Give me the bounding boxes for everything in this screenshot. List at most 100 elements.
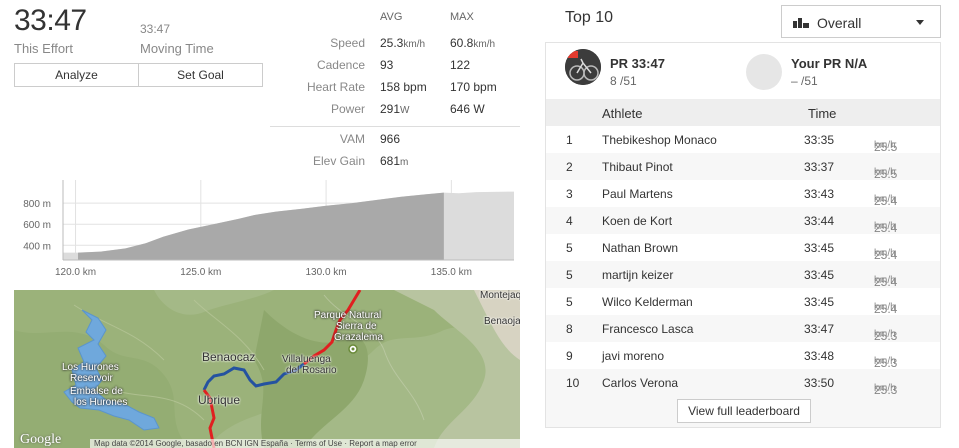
row-time: 33:48	[804, 349, 835, 363]
row-time: 33:37	[804, 160, 835, 174]
stat-avg: 681m	[380, 154, 409, 168]
stats-divider	[270, 126, 520, 127]
athlete-link[interactable]: Koen de Kort	[602, 214, 672, 228]
moving-time-label: Moving Time	[140, 41, 214, 56]
pr-rank: 8 /51	[610, 74, 637, 88]
moving-time: 33:47	[140, 22, 171, 36]
row-time: 33:45	[804, 268, 835, 282]
stat-label: Cadence	[316, 58, 365, 72]
chevron-down-icon	[916, 20, 924, 25]
pr-time: PR 33:47	[610, 56, 665, 71]
row-rank: 5	[566, 295, 573, 309]
elevation-profile-chart[interactable]: 800 m 600 m 400 m 120.0 km 125.0 km 130.0 km 1…	[14, 176, 520, 284]
row-time: 33:35	[804, 133, 835, 147]
stats-header: AVG MAX	[270, 8, 520, 32]
row-rank: 9	[566, 349, 573, 363]
row-time: 33:45	[804, 295, 835, 309]
time-column-header: Time	[808, 106, 837, 121]
athlete-link[interactable]: Carlos Verona	[602, 376, 678, 390]
your-pr-rank: – /51	[791, 74, 818, 88]
x-tick-label: 120.0 km	[55, 267, 96, 278]
table-row: 4 Koen de Kort 33:44 25.4 km/h	[546, 207, 940, 235]
map-label-benaojan: Benaoja	[484, 316, 520, 327]
map-label-benaocaz: Benaocaz	[202, 350, 256, 364]
table-row: 2 Thibaut Pinot 33:37 25.5 km/h	[546, 153, 940, 181]
athlete-link[interactable]: Francesco Lasca	[602, 322, 693, 336]
filter-selected-value: Overall	[817, 15, 862, 31]
table-row: 9 javi moreno 33:48 25.3 km/h	[566, 349, 898, 370]
row-rank: 8	[566, 322, 573, 336]
row-time: 33:47	[804, 322, 835, 336]
max-header: MAX	[450, 11, 474, 23]
bar-chart-icon	[793, 18, 809, 28]
y-tick-label: 600 m	[23, 220, 51, 231]
map-label-montejaque: Montejaq	[480, 290, 520, 301]
top10-title: Top 10	[565, 9, 614, 26]
analyze-button[interactable]: Analyze	[15, 64, 138, 86]
stat-label: Elev Gain	[312, 154, 365, 168]
map-attribution[interactable]: Map data ©2014 Google, basado en BCN IGN…	[90, 439, 520, 448]
row-time: 33:50	[804, 376, 835, 390]
segment-map[interactable]: Montejaq Benaoja Parque Natural Sierra d…	[14, 290, 520, 448]
table-row: 10 Carlos Verona 33:50 25.3 km/h	[546, 369, 940, 397]
athlete-link[interactable]: javi moreno	[602, 349, 664, 363]
y-tick-label: 800 m	[23, 199, 51, 210]
x-tick-label: 125.0 km	[180, 267, 221, 278]
view-full-leaderboard-button[interactable]: View full leaderboard	[677, 399, 811, 423]
table-row: 8 Francesco Lasca 33:47 25.3 km/h	[546, 315, 940, 343]
stat-row-heart-rate: Heart Rate 158 bpm 170 bpm	[270, 76, 520, 98]
stat-label: Heart Rate	[306, 80, 365, 94]
stat-avg: 25.3km/h	[380, 36, 426, 50]
stat-row-cadence: Cadence 93 122	[270, 54, 520, 76]
avatar[interactable]	[565, 49, 601, 85]
stat-label: Power	[330, 102, 365, 116]
leaderboard-rows: 1 Thebikeshop Monaco 33:35 25.5 km/h 2 Thibau…	[546, 126, 940, 397]
avg-header: AVG	[380, 11, 403, 23]
map-label-grazalema-3: Grazalema	[334, 332, 383, 343]
athlete-link[interactable]: Thebikeshop Monaco	[602, 133, 717, 147]
stat-label: Speed	[330, 36, 365, 50]
map-label-villaluenga-2: del Rosario	[286, 365, 337, 376]
stat-row-elev-gain: Elev Gain 681m	[270, 150, 520, 172]
leaderboard-header: Athlete Time	[546, 99, 940, 126]
set-goal-button[interactable]: Set Goal	[138, 64, 262, 86]
map-label-reservoir-4: los Hurones	[74, 397, 128, 408]
table-row: 5 martijn keizer 33:45 25.4 km/h	[546, 261, 940, 289]
map-label-reservoir-3: Embalse de	[70, 386, 123, 397]
stat-avg: 966	[380, 132, 401, 146]
stat-max: 170 bpm	[450, 80, 497, 94]
athlete-column-header: Athlete	[602, 106, 643, 121]
map-label-reservoir-2: Reservoir	[70, 373, 113, 384]
row-time: 33:45	[804, 241, 835, 255]
row-rank: 5	[566, 241, 573, 255]
row-rank: 2	[566, 160, 573, 174]
row-time: 33:44	[804, 214, 835, 228]
map-label-grazalema-2: Sierra de	[336, 321, 377, 332]
athlete-link[interactable]: Nathan Brown	[602, 241, 678, 255]
athlete-link[interactable]: martijn keizer	[602, 268, 673, 282]
map-label-grazalema-1: Parque Natural	[314, 310, 382, 321]
table-row: 5 Nathan Brown 33:45 25.4 km/h	[566, 241, 898, 262]
pro-avatar-icon	[565, 49, 601, 85]
table-row: 3 Paul Martens 33:43 25.4 km/h	[566, 187, 898, 208]
athlete-link[interactable]: Wilco Kelderman	[602, 295, 693, 309]
stat-max: 646 W	[450, 102, 485, 116]
your-pr-title: Your PR N/A	[791, 56, 868, 71]
google-logo: Google	[20, 432, 62, 447]
stat-label: VAM	[339, 132, 365, 146]
stat-row-power: Power 291W 646 W	[270, 98, 520, 120]
map-label-villaluenga-1: Villaluenga	[282, 354, 331, 365]
row-rank: 4	[566, 214, 573, 228]
x-tick-label: 130.0 km	[306, 267, 347, 278]
athlete-link[interactable]: Paul Martens	[602, 187, 673, 201]
leaderboard-panel: PR 33:47 8 /51 Your PR N/A – /51 Athlete…	[545, 42, 941, 428]
row-rank: 5	[566, 268, 573, 282]
stat-row-speed: Speed 25.3km/h 60.8km/h	[270, 32, 520, 54]
leaderboard-filter-dropdown[interactable]: Overall	[781, 5, 941, 38]
effort-actions: Analyze Set Goal	[14, 63, 263, 87]
athlete-link[interactable]: Thibaut Pinot	[602, 160, 673, 174]
effort-time: 33:47	[14, 4, 87, 37]
leaderboard-footer: View full leaderboard	[546, 396, 940, 427]
x-tick-label: 135.0 km	[431, 267, 472, 278]
y-tick-label: 400 m	[23, 241, 51, 252]
